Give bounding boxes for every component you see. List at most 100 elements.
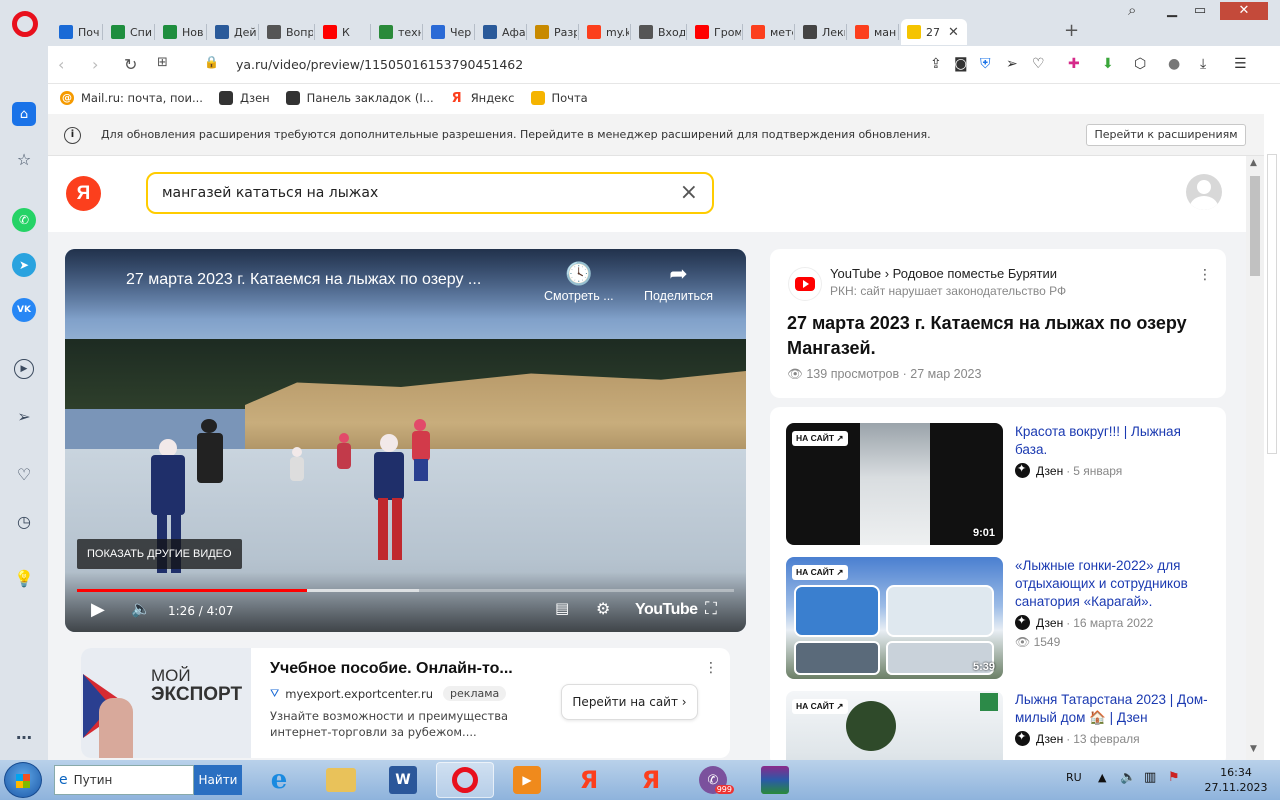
search-input[interactable]: мангазей кататься на лыжах × [146, 172, 714, 214]
browser-tab[interactable]: Поч [53, 19, 101, 45]
browser-tab[interactable]: К [317, 19, 369, 45]
bookmark-item[interactable]: Почта [530, 91, 588, 105]
browser-tab[interactable]: 27 ✕ [901, 19, 967, 45]
related-title[interactable]: Красота вокруг!!! | Лыжная база. [1015, 423, 1215, 459]
send-sidebar-icon[interactable]: ➢ [12, 404, 36, 428]
taskbar-search-button[interactable]: Найти [194, 765, 242, 795]
taskbar-explorer-icon[interactable] [312, 762, 370, 798]
play-icon[interactable]: ▶ [91, 599, 105, 620]
lightbulb-icon[interactable]: 💡 [12, 566, 36, 590]
browser-tab[interactable]: Разр [529, 19, 577, 45]
video-menu-icon[interactable]: ⋮ [1198, 267, 1212, 283]
progress-bar[interactable] [77, 589, 734, 592]
bookmark-item[interactable]: Я Яндекс [450, 91, 515, 106]
ad-card[interactable]: МОЙ ЭКСПОРТ Учебное пособие. Онлайн-то..… [81, 648, 730, 758]
download-extension-icon[interactable]: ⬇ [1102, 56, 1114, 72]
volume-tray-icon[interactable]: 🔈 [1120, 770, 1136, 785]
ad-domain[interactable]: myexport.exportcenter.ru [285, 687, 433, 701]
related-thumbnail[interactable]: НА САЙТ ↗ [786, 691, 1003, 760]
whatsapp-icon[interactable]: ✆ [12, 208, 36, 232]
browser-tab[interactable]: Дей [209, 19, 257, 45]
volume-icon[interactable]: 🔈 [131, 599, 151, 618]
player-title[interactable]: 27 марта 2023 г. Катаемся на лыжах по оз… [126, 271, 481, 289]
related-video-item[interactable]: НА САЙТ ↗ 5:39 «Лыжные гонки-2022» для о… [786, 557, 1216, 681]
downloads-icon[interactable]: ⤓ [1200, 56, 1206, 72]
extensions-cube-icon[interactable]: ⬡ [1134, 56, 1146, 72]
browser-tab[interactable]: Спи [105, 19, 153, 45]
taskbar-viber-icon[interactable]: ✆ 999 [684, 762, 742, 798]
tab-search-icon[interactable]: ⌕ [1128, 1, 1136, 19]
taskbar-media-icon[interactable]: ▶ [498, 762, 556, 798]
bookmark-item[interactable]: @ Mail.ru: почта, пои... [60, 91, 203, 105]
go-to-site-button[interactable]: Перейти на сайт › [561, 684, 698, 720]
bookmark-item[interactable]: Панель закладок (I... [285, 91, 434, 105]
browser-tab[interactable]: Чер [425, 19, 473, 45]
share-button[interactable]: ➦ Поделиться [644, 261, 713, 303]
scroll-down-icon[interactable]: ▼ [1250, 744, 1257, 754]
search-query[interactable]: мангазей кататься на лыжах [162, 185, 378, 201]
more-options-icon[interactable]: … [12, 721, 36, 745]
outer-scrollbar[interactable] [1264, 114, 1280, 760]
bookmark-item[interactable]: Дзен [218, 91, 270, 105]
browser-tab[interactable]: Вход [633, 19, 685, 45]
subtitles-icon[interactable]: ▤ [555, 599, 569, 617]
related-video-item[interactable]: НА САЙТ ↗ Лыжня Татарстана 2023 | Дом-ми… [786, 691, 1216, 760]
back-button[interactable]: ‹ [58, 55, 64, 74]
scrollbar-thumb[interactable] [1250, 176, 1260, 276]
maximize-button[interactable]: ▭ [1188, 2, 1212, 20]
show-more-videos-button[interactable]: ПОКАЗАТЬ ДРУГИЕ ВИДЕО [77, 539, 242, 569]
tray-expand-icon[interactable]: ▲ [1098, 771, 1106, 784]
browser-tab[interactable]: Нов [157, 19, 205, 45]
taskbar-winrar-icon[interactable] [746, 762, 804, 798]
heart-icon[interactable]: ♡ [12, 462, 36, 486]
vpn-shield-icon[interactable]: ⛨ [980, 56, 991, 72]
telegram-icon[interactable]: ➤ [12, 253, 36, 277]
youtube-brand-logo[interactable]: YouTube [635, 601, 698, 619]
page-scrollbar[interactable]: ▲ ▼ [1246, 156, 1264, 760]
related-title[interactable]: Лыжня Татарстана 2023 | Дом-милый дом 🏠 … [1015, 691, 1215, 727]
ad-title[interactable]: Учебное пособие. Онлайн-то... [270, 660, 513, 678]
browser-tab[interactable]: мете [745, 19, 793, 45]
browser-tab[interactable]: Лекц [797, 19, 845, 45]
easy-setup-icon[interactable]: ☰ [1234, 56, 1247, 72]
related-video-item[interactable]: НА САЙТ ↗ 9:01 Красота вокруг!!! | Лыжна… [786, 423, 1216, 547]
fullscreen-icon[interactable]: ⛶ [705, 599, 717, 619]
forward-button[interactable]: › [92, 55, 98, 74]
action-center-icon[interactable]: ⚑ [1168, 770, 1180, 785]
start-button[interactable] [4, 762, 42, 798]
taskbar-ie-icon[interactable]: e [250, 762, 308, 798]
profile-icon[interactable]: ● [1168, 56, 1180, 72]
ad-menu-icon[interactable]: ⋮ [704, 660, 718, 676]
history-clock-icon[interactable]: ◷ [12, 509, 36, 533]
snapshot-icon[interactable]: ◙ [954, 56, 968, 72]
language-indicator[interactable]: RU [1066, 771, 1082, 784]
taskbar-yandex-icon[interactable]: Я [560, 762, 618, 798]
url-field[interactable]: ya.ru/video/preview/11505016153790451462 [236, 57, 523, 72]
taskbar-yandex-browser-icon[interactable]: Я [622, 762, 680, 798]
close-tab-icon[interactable]: ✕ [948, 25, 959, 40]
video-player[interactable]: 27 марта 2023 г. Катаемся на лыжах по оз… [65, 249, 746, 632]
star-icon[interactable]: ☆ [12, 147, 36, 171]
scroll-up-icon[interactable]: ▲ [1250, 158, 1257, 168]
video-source-channel[interactable]: YouTube › Родовое поместье Бурятии [830, 266, 1057, 281]
player-icon[interactable]: ▶ [14, 359, 34, 379]
outer-scrollbar-thumb[interactable] [1267, 154, 1277, 454]
browser-tab[interactable]: Вопр [261, 19, 313, 45]
yandex-logo[interactable]: Я [66, 176, 101, 211]
close-window-button[interactable]: ✕ [1220, 2, 1268, 20]
browser-tab[interactable]: Гром [689, 19, 741, 45]
home-icon[interactable]: ⌂ [12, 102, 36, 126]
taskbar-search-input[interactable]: e Путин [54, 765, 194, 795]
minimize-button[interactable]: ▁ [1160, 2, 1184, 20]
speed-dial-icon[interactable]: ⊞ [157, 55, 168, 70]
vk-icon[interactable]: VK [12, 298, 36, 322]
watch-later-button[interactable]: 🕓 Смотреть ... [544, 261, 614, 303]
send-icon[interactable]: ➢ [1006, 56, 1018, 72]
go-to-extensions-button[interactable]: Перейти к расширениям [1086, 124, 1246, 146]
browser-tab[interactable]: my.k [581, 19, 629, 45]
browser-tab[interactable]: ман [849, 19, 897, 45]
network-tray-icon[interactable]: ▥ [1144, 770, 1156, 785]
opera-logo-icon[interactable] [12, 11, 38, 37]
user-avatar[interactable] [1186, 174, 1222, 210]
browser-tab[interactable]: техн [373, 19, 421, 45]
